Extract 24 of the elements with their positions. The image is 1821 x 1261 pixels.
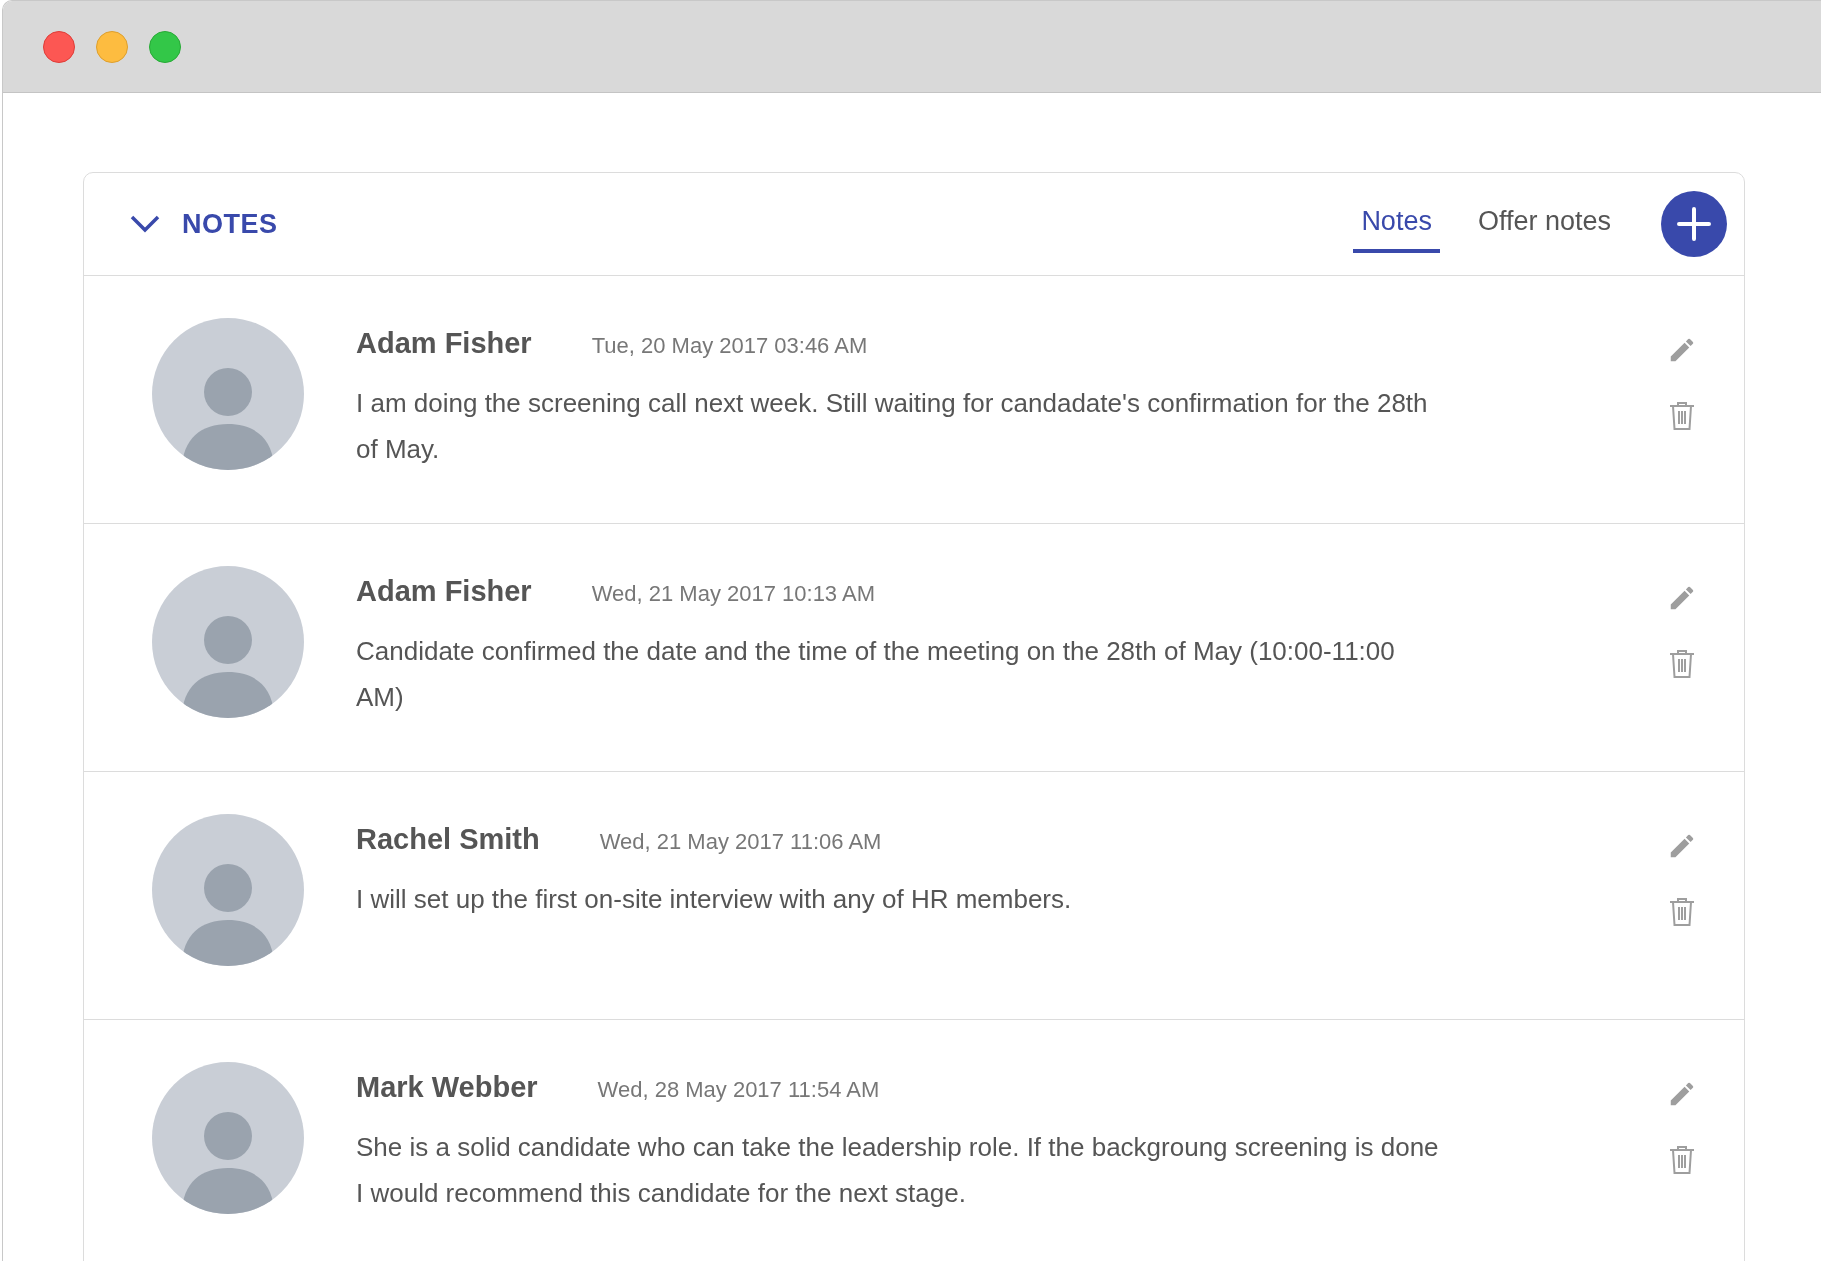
tab[interactable]: Offer notes bbox=[1469, 194, 1619, 254]
plus-icon bbox=[1677, 207, 1711, 241]
chevron-icon bbox=[130, 215, 160, 233]
minimize-icon[interactable] bbox=[96, 30, 128, 63]
author-name: Mark Webber bbox=[356, 1070, 538, 1105]
tab[interactable]: Notes bbox=[1353, 194, 1440, 254]
note-date: Wed, 28 May 2017 11:54 AM bbox=[597, 1076, 880, 1104]
note-date: Wed, 21 May 2017 10:13 AM bbox=[591, 580, 875, 608]
note-text: She is a solid candidate who can take the leadership role. If the backgroung screening is done I would recommend this candidate for the next stage. bbox=[356, 1130, 1440, 1210]
author-name: Adam Fisher bbox=[356, 574, 532, 609]
trash-icon bbox=[1669, 649, 1695, 679]
author-name: Adam Fisher bbox=[356, 326, 532, 361]
note-date: Tue, 20 May 2017 03:46 AM bbox=[591, 332, 868, 360]
trash-icon bbox=[1669, 401, 1695, 431]
note-text: I am doing the screening call next week. Still waiting for candadate's confirmation for the 28th of May. bbox=[356, 386, 1429, 466]
author-name: Rachel Smith bbox=[356, 822, 540, 857]
note-text: Candidate confirmed the date and the time of the meeting on the 28th of May (10:00-11:00 AM) bbox=[356, 634, 1396, 714]
maximize-icon[interactable] bbox=[149, 30, 181, 63]
close-icon[interactable] bbox=[43, 30, 75, 63]
trash-icon bbox=[1669, 1145, 1695, 1175]
trash-icon bbox=[1669, 897, 1695, 927]
note-date: Wed, 21 May 2017 11:06 AM bbox=[599, 828, 882, 856]
note-text: I will set up the first on-site interview with any of HR members. bbox=[356, 882, 1073, 916]
collapse-toggle[interactable]: NOTES bbox=[130, 203, 278, 245]
